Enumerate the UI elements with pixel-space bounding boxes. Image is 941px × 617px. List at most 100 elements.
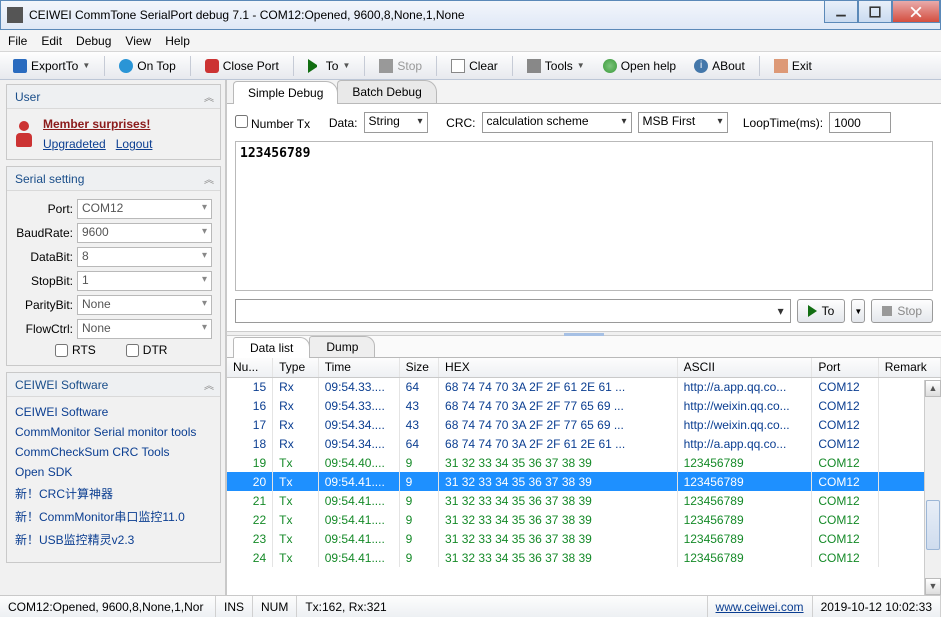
looptime-input[interactable] xyxy=(829,112,891,133)
status-port: COM12:Opened, 9600,8,None,1,Nor xyxy=(0,596,216,617)
software-link-3[interactable]: Open SDK xyxy=(15,465,212,479)
about-button[interactable]: iABout xyxy=(687,56,752,76)
closeport-button[interactable]: Close Port xyxy=(198,56,286,76)
table-row[interactable]: 18Rx09:54.34....6468 74 74 70 3A 2F 2F 6… xyxy=(227,434,941,453)
status-txrx: Tx:162, Rx:321 xyxy=(297,596,707,617)
serial-pane: Serial setting︽ Port:COM12 BaudRate:9600… xyxy=(6,166,221,366)
collapse-icon: ︽ xyxy=(204,377,212,392)
column-header[interactable]: Time xyxy=(318,358,399,377)
close-button[interactable] xyxy=(892,1,940,23)
baud-select[interactable]: 9600 xyxy=(77,223,212,243)
menu-help[interactable]: Help xyxy=(165,34,190,48)
stopbit-select[interactable]: 1 xyxy=(77,271,212,291)
scroll-up-icon[interactable]: ▲ xyxy=(925,380,941,397)
clear-button[interactable]: Clear xyxy=(444,56,505,76)
ontop-button[interactable]: On Top xyxy=(112,56,182,76)
flow-select[interactable]: None xyxy=(77,319,212,339)
flow-label: FlowCtrl: xyxy=(15,322,73,336)
tab-dump[interactable]: Dump xyxy=(309,336,375,357)
ceiwei-link[interactable]: www.ceiwei.com xyxy=(716,600,804,614)
software-link-6[interactable]: 新！USB监控精灵v2.3 xyxy=(15,531,212,548)
tab-simple-debug[interactable]: Simple Debug xyxy=(233,81,338,104)
exit-icon xyxy=(774,59,788,73)
rts-checkbox[interactable]: RTS xyxy=(55,343,96,357)
column-header[interactable]: Remark xyxy=(878,358,940,377)
software-link-4[interactable]: 新！CRC计算神器 xyxy=(15,485,212,502)
port-label: Port: xyxy=(15,202,73,216)
serial-pane-header[interactable]: Serial setting︽ xyxy=(7,167,220,191)
logout-link[interactable]: Logout xyxy=(116,137,153,151)
send-to-button[interactable]: To xyxy=(797,299,846,323)
left-sidebar: User︽ Member surprises! Upgradeted Logou… xyxy=(0,80,226,595)
upper-tabs: Simple Debug Batch Debug xyxy=(227,80,941,104)
software-link-5[interactable]: 新！CommMonitor串口监控11.0 xyxy=(15,508,212,525)
tab-batch-debug[interactable]: Batch Debug xyxy=(337,80,436,103)
collapse-icon: ︽ xyxy=(204,89,212,104)
vertical-scrollbar[interactable]: ▲ ▼ xyxy=(924,380,941,595)
column-header[interactable]: ASCII xyxy=(677,358,812,377)
parity-select[interactable]: None xyxy=(77,295,212,315)
column-header[interactable]: Size xyxy=(399,358,438,377)
column-header[interactable]: Nu... xyxy=(227,358,273,377)
databit-select[interactable]: 8 xyxy=(77,247,212,267)
table-row[interactable]: 17Rx09:54.34....4368 74 74 70 3A 2F 2F 7… xyxy=(227,415,941,434)
crc-label: CRC: xyxy=(446,116,475,130)
exportto-button[interactable]: ExportTo▼ xyxy=(6,56,97,76)
titlebar[interactable]: CEIWEI CommTone SerialPort debug 7.1 - C… xyxy=(0,0,941,30)
upgraded-link[interactable]: Upgradeted xyxy=(43,137,106,151)
openhelp-button[interactable]: Open help xyxy=(596,56,683,76)
tools-button[interactable]: Tools▼ xyxy=(520,56,592,76)
msb-select[interactable]: MSB First xyxy=(638,112,728,133)
send-to-dropdown[interactable]: ▼ xyxy=(851,299,865,323)
member-link[interactable]: Member surprises! xyxy=(43,117,152,131)
table-row[interactable]: 23Tx09:54.41....931 32 33 34 35 36 37 38… xyxy=(227,529,941,548)
h-splitter[interactable] xyxy=(227,331,941,336)
numbertx-checkbox[interactable]: Number Tx xyxy=(235,115,310,131)
menu-edit[interactable]: Edit xyxy=(41,34,62,48)
table-row[interactable]: 22Tx09:54.41....931 32 33 34 35 36 37 38… xyxy=(227,510,941,529)
column-header[interactable]: Port xyxy=(812,358,878,377)
right-area: Simple Debug Batch Debug Number Tx Data:… xyxy=(226,80,941,595)
table-row[interactable]: 15Rx09:54.33....6468 74 74 70 3A 2F 2F 6… xyxy=(227,377,941,396)
maximize-button[interactable] xyxy=(858,1,892,23)
scroll-down-icon[interactable]: ▼ xyxy=(925,578,941,595)
table-row[interactable]: 19Tx09:54.40....931 32 33 34 35 36 37 38… xyxy=(227,453,941,472)
software-link-2[interactable]: CommCheckSum CRC Tools xyxy=(15,445,212,459)
send-combo[interactable] xyxy=(235,299,791,323)
send-stop-button[interactable]: Stop xyxy=(871,299,933,323)
data-label: Data: xyxy=(329,116,358,130)
port-select[interactable]: COM12 xyxy=(77,199,212,219)
column-header[interactable]: Type xyxy=(273,358,319,377)
dtr-checkbox[interactable]: DTR xyxy=(126,343,168,357)
exit-button[interactable]: Exit xyxy=(767,56,819,76)
software-pane-header[interactable]: CEIWEI Software︽ xyxy=(7,373,220,397)
scroll-thumb[interactable] xyxy=(926,500,940,550)
stop-button[interactable]: Stop xyxy=(372,56,429,76)
databit-label: DataBit: xyxy=(15,250,73,264)
collapse-icon: ︽ xyxy=(204,171,212,186)
crc-select[interactable]: calculation scheme xyxy=(482,112,632,133)
help-icon xyxy=(603,59,617,73)
table-row[interactable]: 21Tx09:54.41....931 32 33 34 35 36 37 38… xyxy=(227,491,941,510)
column-header[interactable]: HEX xyxy=(439,358,678,377)
menu-file[interactable]: File xyxy=(8,34,27,48)
tab-data-list[interactable]: Data list xyxy=(233,337,310,358)
menu-debug[interactable]: Debug xyxy=(76,34,111,48)
to-button[interactable]: To▼ xyxy=(301,56,358,76)
table-row[interactable]: 16Rx09:54.33....4368 74 74 70 3A 2F 2F 7… xyxy=(227,396,941,415)
minimize-button[interactable] xyxy=(824,1,858,23)
table-row[interactable]: 24Tx09:54.41....931 32 33 34 35 36 37 38… xyxy=(227,548,941,567)
table-row[interactable]: 20Tx09:54.41....931 32 33 34 35 36 37 38… xyxy=(227,472,941,491)
software-link-1[interactable]: CommMonitor Serial monitor tools xyxy=(15,425,212,439)
user-pane: User︽ Member surprises! Upgradeted Logou… xyxy=(6,84,221,160)
statusbar: COM12:Opened, 9600,8,None,1,Nor INS NUM … xyxy=(0,595,941,617)
send-textarea[interactable]: 123456789 xyxy=(235,141,933,291)
software-link-0[interactable]: CEIWEI Software xyxy=(15,405,212,419)
data-grid[interactable]: Nu...TypeTimeSizeHEXASCIIPortRemark 15Rx… xyxy=(227,358,941,595)
menu-view[interactable]: View xyxy=(125,34,151,48)
menubar: File Edit Debug View Help xyxy=(0,30,941,52)
parity-label: ParityBit: xyxy=(15,298,73,312)
data-select[interactable]: String xyxy=(364,112,428,133)
user-pane-header[interactable]: User︽ xyxy=(7,85,220,109)
clear-icon xyxy=(451,59,465,73)
